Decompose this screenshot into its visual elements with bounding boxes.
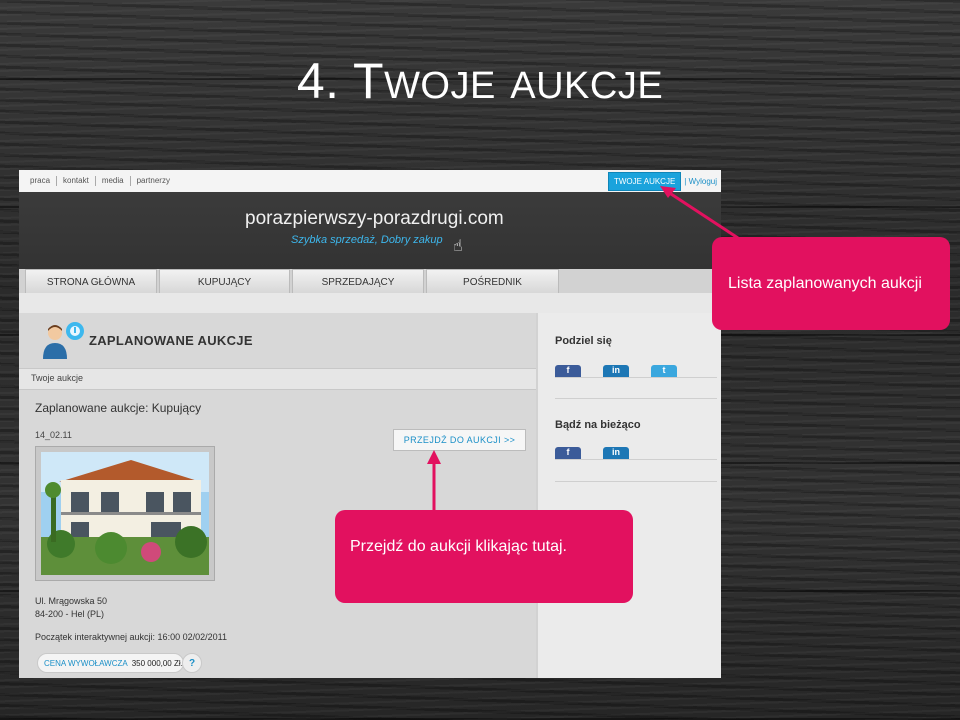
divider [555, 377, 717, 378]
breadcrumb-bar [19, 368, 536, 390]
divider [555, 398, 717, 399]
nav-link-media[interactable]: media [96, 176, 131, 186]
callout-go-to-auction: Przejdź do aukcji klikając tutaj. [335, 510, 633, 603]
site-tagline: Szybka sprzedaż, Dobry zakup [291, 234, 443, 246]
main-content: ZAPLANOWANE AUKCJE Twoje aukcje Zaplanow… [19, 313, 536, 678]
auction-start-time: Początek interaktywnej aukcji: 16:00 02/… [35, 632, 227, 642]
divider [555, 481, 717, 482]
page-title: ZAPLANOWANE AUKCJE [89, 333, 253, 348]
price-label: CENA WYWOŁAWCZA [44, 658, 128, 668]
site-header: porazpierwszy-porazdrugi.com Szybka sprz… [19, 192, 721, 294]
user-avatar-icon [43, 322, 84, 359]
tab-kupujacy[interactable]: KUPUJĄCY [159, 269, 290, 294]
share-icons: f in t [555, 365, 699, 377]
slide-title: 4. TWOJE AUKCJE [0, 52, 960, 110]
nav-link-praca[interactable]: praca [30, 176, 58, 186]
property-photo[interactable] [35, 446, 215, 581]
address-street: Ul. Mrągowska 50 [35, 596, 108, 606]
section-heading: Zaplanowane aukcje: Kupujący [35, 401, 202, 415]
sidebar: Podziel się f in t Bądź na bieżąco f in [538, 313, 721, 678]
slide-title-word2: AUKCJE [510, 65, 664, 107]
tab-sprzedajacy[interactable]: SPRZEDAJĄCY [292, 269, 424, 294]
my-auctions-button[interactable]: TWOJE AUKCJE [607, 172, 682, 191]
top-nav: praca kontakt media partnerzy [30, 176, 176, 186]
nav-link-partnerzy[interactable]: partnerzy [131, 176, 176, 186]
twitter-icon[interactable]: t [651, 365, 677, 377]
logout-label: Wyloguj [688, 177, 717, 186]
top-bar: praca kontakt media partnerzy TWOJE AUKC… [19, 170, 721, 192]
facebook-icon[interactable]: f [555, 447, 581, 459]
tab-posrednik[interactable]: POŚREDNIK [426, 269, 559, 294]
slide-title-initial: T [353, 53, 385, 109]
callout-auction-list: Lista zaplanowanych aukcji [712, 237, 950, 330]
callout-auction-list-text: Lista zaplanowanych aukcji [728, 275, 922, 292]
hand-pointer-icon: ☝ [453, 236, 463, 255]
price-value: 350 000,00 Zł. [131, 658, 183, 668]
slide-title-word1: WOJE [384, 65, 496, 107]
share-heading: Podziel się [555, 335, 612, 347]
linkedin-icon[interactable]: in [603, 365, 629, 377]
tab-strona-glowna[interactable]: STRONA GŁÓWNA [25, 269, 157, 294]
site-logo[interactable]: porazpierwszy-porazdrugi.com [245, 208, 504, 230]
starting-price-badge: CENA WYWOŁAWCZA 350 000,00 Zł. [37, 653, 184, 673]
follow-icons: f in [555, 447, 651, 459]
account-menu: TWOJE AUKCJE | Wyloguj [607, 172, 717, 191]
tab-bar-strip [19, 293, 721, 313]
auction-date: 14_02.11 [35, 430, 72, 440]
logout-link[interactable]: | Wyloguj [681, 177, 717, 186]
address-city: 84-200 - Hel (PL) [35, 609, 105, 619]
go-to-auction-button[interactable]: PRZEJDŹ DO AUKCJI >> [393, 429, 526, 451]
slide-number: 4. [296, 53, 340, 109]
divider [555, 459, 717, 460]
stay-updated-heading: Bądź na bieżąco [555, 419, 641, 431]
house-image [41, 452, 209, 575]
breadcrumb[interactable]: Twoje aukcje [31, 373, 83, 383]
main-tabs: STRONA GŁÓWNA KUPUJĄCY SPRZEDAJĄCY POŚRE… [25, 269, 561, 294]
nav-link-kontakt[interactable]: kontakt [57, 176, 96, 186]
help-icon[interactable]: ? [182, 653, 202, 673]
linkedin-icon[interactable]: in [603, 447, 629, 459]
facebook-icon[interactable]: f [555, 365, 581, 377]
callout-go-to-auction-text: Przejdź do aukcji klikając tutaj. [350, 538, 567, 555]
